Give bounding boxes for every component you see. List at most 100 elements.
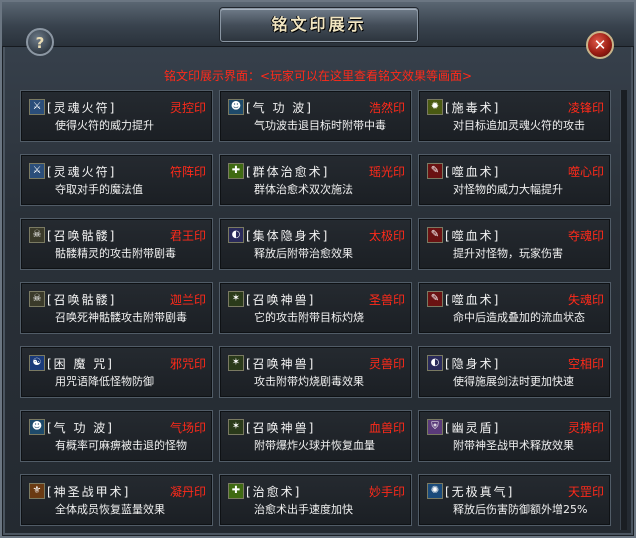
curse-icon: ☯ bbox=[29, 355, 45, 371]
cell-header: ☠ [召唤骷髅] 君王印 bbox=[25, 225, 210, 243]
inscription-cell[interactable]: ⚔ [灵魂火符] 灵控印 使得火符的威力提升 bbox=[20, 90, 213, 142]
subtitle: 铭文印展示界面：<玩家可以在这里查看铭文效果等画面> bbox=[163, 69, 473, 83]
inscription-cell[interactable]: ✶ [召唤神兽] 血兽印 附带爆炸火球并恢复血量 bbox=[219, 410, 412, 462]
inscription-description: 召唤死神骷髅攻击附带剧毒 bbox=[55, 311, 187, 324]
skill-name: [召唤骷髅] bbox=[47, 293, 117, 307]
inscription-cell[interactable]: ☠ [召唤骷髅] 迦兰印召唤死神骷髅攻击附带剧毒 bbox=[20, 282, 213, 334]
inscription-name: 气场印 bbox=[169, 421, 206, 435]
cell-header: ◐ [集体隐身术] 太极印 bbox=[224, 225, 409, 243]
cell-header: ⚜ [神圣战甲术] 凝丹印 bbox=[25, 481, 210, 499]
cell-header: ⚔ [灵魂火符] 灵控印 bbox=[25, 97, 210, 115]
inscription-description: 骷髅精灵的攻击附带剧毒 bbox=[55, 247, 176, 260]
inscription-description: 攻击附带灼烧剧毒效果 bbox=[254, 375, 364, 388]
heal-icon: ✚ bbox=[228, 163, 244, 179]
stealth-icon: ◐ bbox=[228, 227, 244, 243]
inscription-name: 凌锋印 bbox=[567, 101, 604, 115]
blood-icon: ✎ bbox=[427, 227, 443, 243]
inscription-name: 邪咒印 bbox=[169, 357, 206, 371]
skill-name: [困 魔 咒] bbox=[47, 357, 114, 371]
inscription-cell[interactable]: ◐ [隐身术] 空相印使得施展剑法时更加快速 bbox=[418, 346, 611, 398]
inscription-description: 有概率可麻痹被击退的怪物 bbox=[55, 439, 187, 452]
cell-header: ◐ [隐身术] 空相印 bbox=[423, 353, 608, 371]
skill-name: [幽灵盾] bbox=[445, 421, 501, 435]
cell-header: ✚ [群体治愈术] 瑶光印 bbox=[224, 161, 409, 179]
inscription-cell[interactable]: ✺ [无极真气] 天罡印 释放后伤害防御额外增25% bbox=[418, 474, 611, 526]
inscription-name: 凝丹印 bbox=[169, 485, 206, 499]
inscription-description: 提升对怪物，玩家伤害 bbox=[453, 247, 563, 260]
inscription-name: 圣兽印 bbox=[368, 293, 405, 307]
inscription-name: 妙手印 bbox=[368, 485, 405, 499]
cell-header: ✺ [无极真气] 天罡印 bbox=[423, 481, 608, 499]
inscription-description: 对目标追加灵魂火符的攻击 bbox=[453, 119, 585, 132]
sword-icon: ⚔ bbox=[29, 163, 45, 179]
inscription-name: 噬心印 bbox=[567, 165, 604, 179]
cell-header: ☻ [气 功 波] 浩然印 bbox=[224, 97, 409, 115]
inscription-cell[interactable]: ✎ [噬血术] 失魂印 命中后造成叠加的流血状态 bbox=[418, 282, 611, 334]
inscription-description: 群体治愈术双次施法 bbox=[254, 183, 353, 196]
scrollbar[interactable] bbox=[620, 90, 627, 530]
inscription-cell[interactable]: ✶ [召唤神兽] 灵兽印 攻击附带灼烧剧毒效果 bbox=[219, 346, 412, 398]
inscription-name: 血兽印 bbox=[368, 421, 405, 435]
inscription-description: 对怪物的威力大幅提升 bbox=[453, 183, 563, 196]
inscription-name: 浩然印 bbox=[368, 101, 405, 115]
inscription-name: 迦兰印 bbox=[169, 293, 206, 307]
inscription-name: 天罡印 bbox=[567, 485, 604, 499]
help-button[interactable]: ? bbox=[26, 28, 54, 56]
beast-icon: ✶ bbox=[228, 355, 244, 371]
inscription-cell[interactable]: ⚜ [神圣战甲术] 凝丹印 全体成员恢复蓝量效果 bbox=[20, 474, 213, 526]
inscription-name: 太极印 bbox=[368, 229, 405, 243]
inscription-name: 灵兽印 bbox=[368, 357, 405, 371]
inscription-cell[interactable]: ✚ [治愈术] 妙手印治愈术出手速度加快 bbox=[219, 474, 412, 526]
inscription-window: 铭文印展示 ? ✕ 铭文印展示界面：<玩家可以在这里查看铭文效果等画面> ⚔ [灵… bbox=[0, 0, 636, 538]
close-button[interactable]: ✕ bbox=[586, 31, 614, 59]
cell-header: ✹ [施毒术] 凌锋印 bbox=[423, 97, 608, 115]
cell-header: ☻ [气 功 波] 气场印 bbox=[25, 417, 210, 435]
inscription-name: 君王印 bbox=[169, 229, 206, 243]
inscription-name: 夺魂印 bbox=[567, 229, 604, 243]
skill-name: [噬血术] bbox=[445, 165, 501, 179]
inscription-description: 释放后附带治愈效果 bbox=[254, 247, 353, 260]
skull-icon: ☠ bbox=[29, 291, 45, 307]
cell-header: ☯ [困 魔 咒] 邪咒印 bbox=[25, 353, 210, 371]
skill-name: [神圣战甲术] bbox=[47, 485, 131, 499]
inscription-cell[interactable]: ⛨ [幽灵盾] 灵携印 附带神圣战甲术释放效果 bbox=[418, 410, 611, 462]
inscription-cell[interactable]: ◐ [集体隐身术] 太极印释放后附带治愈效果 bbox=[219, 218, 412, 270]
window-title: 铭文印展示 bbox=[271, 15, 367, 34]
skill-name: [群体治愈术] bbox=[246, 165, 330, 179]
blood-icon: ✎ bbox=[427, 163, 443, 179]
inscription-description: 气功波击退目标时附带中毒 bbox=[254, 119, 386, 132]
skill-name: [隐身术] bbox=[445, 357, 501, 371]
shield-icon: ⛨ bbox=[427, 419, 443, 435]
inscription-description: 使得施展剑法时更加快速 bbox=[453, 375, 574, 388]
inscription-cell[interactable]: ☯ [困 魔 咒] 邪咒印 用咒语降低怪物防御 bbox=[20, 346, 213, 398]
inscription-cell[interactable]: ☠ [召唤骷髅] 君王印骷髅精灵的攻击附带剧毒 bbox=[20, 218, 213, 270]
cell-header: ✎ [噬血术] 失魂印 bbox=[423, 289, 608, 307]
skill-name: [气 功 波] bbox=[246, 101, 313, 115]
sword-icon: ⚔ bbox=[29, 99, 45, 115]
inscription-cell[interactable]: ☻ [气 功 波] 浩然印 气功波击退目标时附带中毒 bbox=[219, 90, 412, 142]
inscription-cell[interactable]: ☻ [气 功 波] 气场印 有概率可麻痹被击退的怪物 bbox=[20, 410, 213, 462]
inscription-name: 灵携印 bbox=[567, 421, 604, 435]
cell-header: ✎ [噬血术] 夺魂印 bbox=[423, 225, 608, 243]
cell-header: ⚔ [灵魂火符] 符阵印 bbox=[25, 161, 210, 179]
inscription-cell[interactable]: ✎ [噬血术] 夺魂印提升对怪物，玩家伤害 bbox=[418, 218, 611, 270]
inscription-cell[interactable]: ⚔ [灵魂火符] 符阵印 夺取对手的魔法值 bbox=[20, 154, 213, 206]
inscription-cell[interactable]: ✶ [召唤神兽] 圣兽印 它的攻击附带目标灼烧 bbox=[219, 282, 412, 334]
title-bar: 铭文印展示 bbox=[2, 2, 634, 47]
inscription-description: 治愈术出手速度加快 bbox=[254, 503, 353, 516]
poison-icon: ✹ bbox=[427, 99, 443, 115]
inscription-name: 灵控印 bbox=[169, 101, 206, 115]
inscription-name: 瑶光印 bbox=[368, 165, 405, 179]
skill-name: [集体隐身术] bbox=[246, 229, 330, 243]
inscription-cell[interactable]: ✎ [噬血术] 噬心印 对怪物的威力大幅提升 bbox=[418, 154, 611, 206]
inscription-cell[interactable]: ✹ [施毒术] 凌锋印对目标追加灵魂火符的攻击 bbox=[418, 90, 611, 142]
inscription-cell[interactable]: ✚ [群体治愈术] 瑶光印群体治愈术双次施法 bbox=[219, 154, 412, 206]
heal-icon: ✚ bbox=[228, 483, 244, 499]
skill-name: [召唤神兽] bbox=[246, 421, 316, 435]
skill-name: [治愈术] bbox=[246, 485, 302, 499]
blood-icon: ✎ bbox=[427, 291, 443, 307]
cell-header: ✚ [治愈术] 妙手印 bbox=[224, 481, 409, 499]
skill-name: [气 功 波] bbox=[47, 421, 114, 435]
beast-icon: ✶ bbox=[228, 419, 244, 435]
orb-icon: ✺ bbox=[427, 483, 443, 499]
